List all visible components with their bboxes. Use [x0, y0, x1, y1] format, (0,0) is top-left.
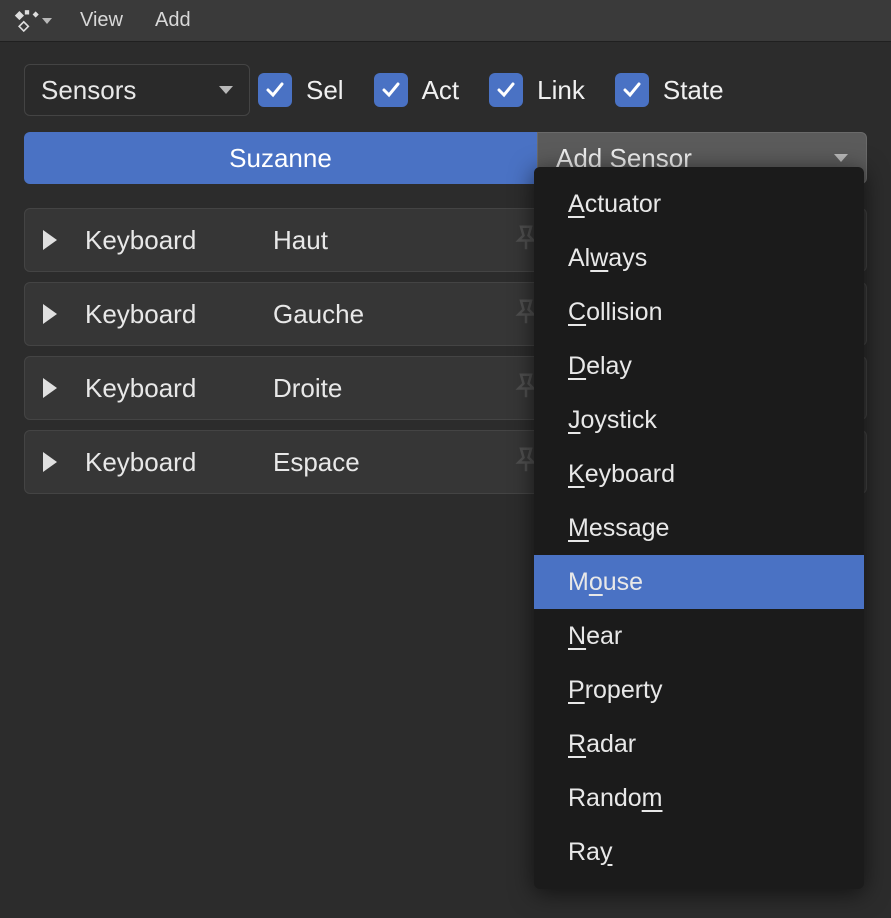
check-icon [622, 80, 642, 100]
checkbox-sel-label: Sel [306, 75, 344, 106]
checkbox-state[interactable] [615, 73, 649, 107]
checkbox-act[interactable] [374, 73, 408, 107]
checkbox-link-label: Link [537, 75, 585, 106]
category-label: Sensors [41, 75, 136, 106]
checkbox-link[interactable] [489, 73, 523, 107]
menu-item-near[interactable]: Near [534, 609, 864, 663]
menubar: View Add [0, 0, 891, 42]
add-sensor-menu: ActuatorAlwaysCollisionDelayJoystickKeyb… [534, 167, 864, 889]
menu-item-actuator[interactable]: Actuator [534, 177, 864, 231]
menu-add[interactable]: Add [145, 5, 201, 36]
menu-item-mouse[interactable]: Mouse [534, 555, 864, 609]
check-icon [265, 80, 285, 100]
checkbox-state-label: State [663, 75, 724, 106]
menu-item-ray[interactable]: Ray [534, 825, 864, 879]
object-name-header[interactable]: Suzanne [24, 132, 537, 184]
expand-icon[interactable] [43, 230, 57, 250]
chevron-down-icon [219, 86, 233, 94]
menu-view[interactable]: View [70, 5, 133, 36]
sensor-type-label: Keyboard [85, 225, 245, 256]
expand-icon[interactable] [43, 452, 57, 472]
expand-icon[interactable] [43, 378, 57, 398]
menu-item-joystick[interactable]: Joystick [534, 393, 864, 447]
sensor-type-label: Keyboard [85, 373, 245, 404]
menu-item-random[interactable]: Random [534, 771, 864, 825]
sensor-type-label: Keyboard [85, 299, 245, 330]
menu-item-message[interactable]: Message [534, 501, 864, 555]
logic-editor-icon [14, 8, 40, 34]
menu-item-property[interactable]: Property [534, 663, 864, 717]
chevron-down-icon [834, 154, 848, 162]
menu-item-always[interactable]: Always [534, 231, 864, 285]
check-icon [496, 80, 516, 100]
checkbox-sel[interactable] [258, 73, 292, 107]
menu-item-collision[interactable]: Collision [534, 285, 864, 339]
sensor-type-label: Keyboard [85, 447, 245, 478]
menu-item-delay[interactable]: Delay [534, 339, 864, 393]
check-icon [381, 80, 401, 100]
checkbox-act-label: Act [422, 75, 460, 106]
editor-type-dropdown[interactable] [8, 4, 58, 38]
expand-icon[interactable] [43, 304, 57, 324]
menu-item-radar[interactable]: Radar [534, 717, 864, 771]
menu-item-keyboard[interactable]: Keyboard [534, 447, 864, 501]
category-dropdown[interactable]: Sensors [24, 64, 250, 116]
toolbar-row: Sensors Sel Act Link State [24, 64, 867, 116]
chevron-down-icon [42, 18, 52, 24]
